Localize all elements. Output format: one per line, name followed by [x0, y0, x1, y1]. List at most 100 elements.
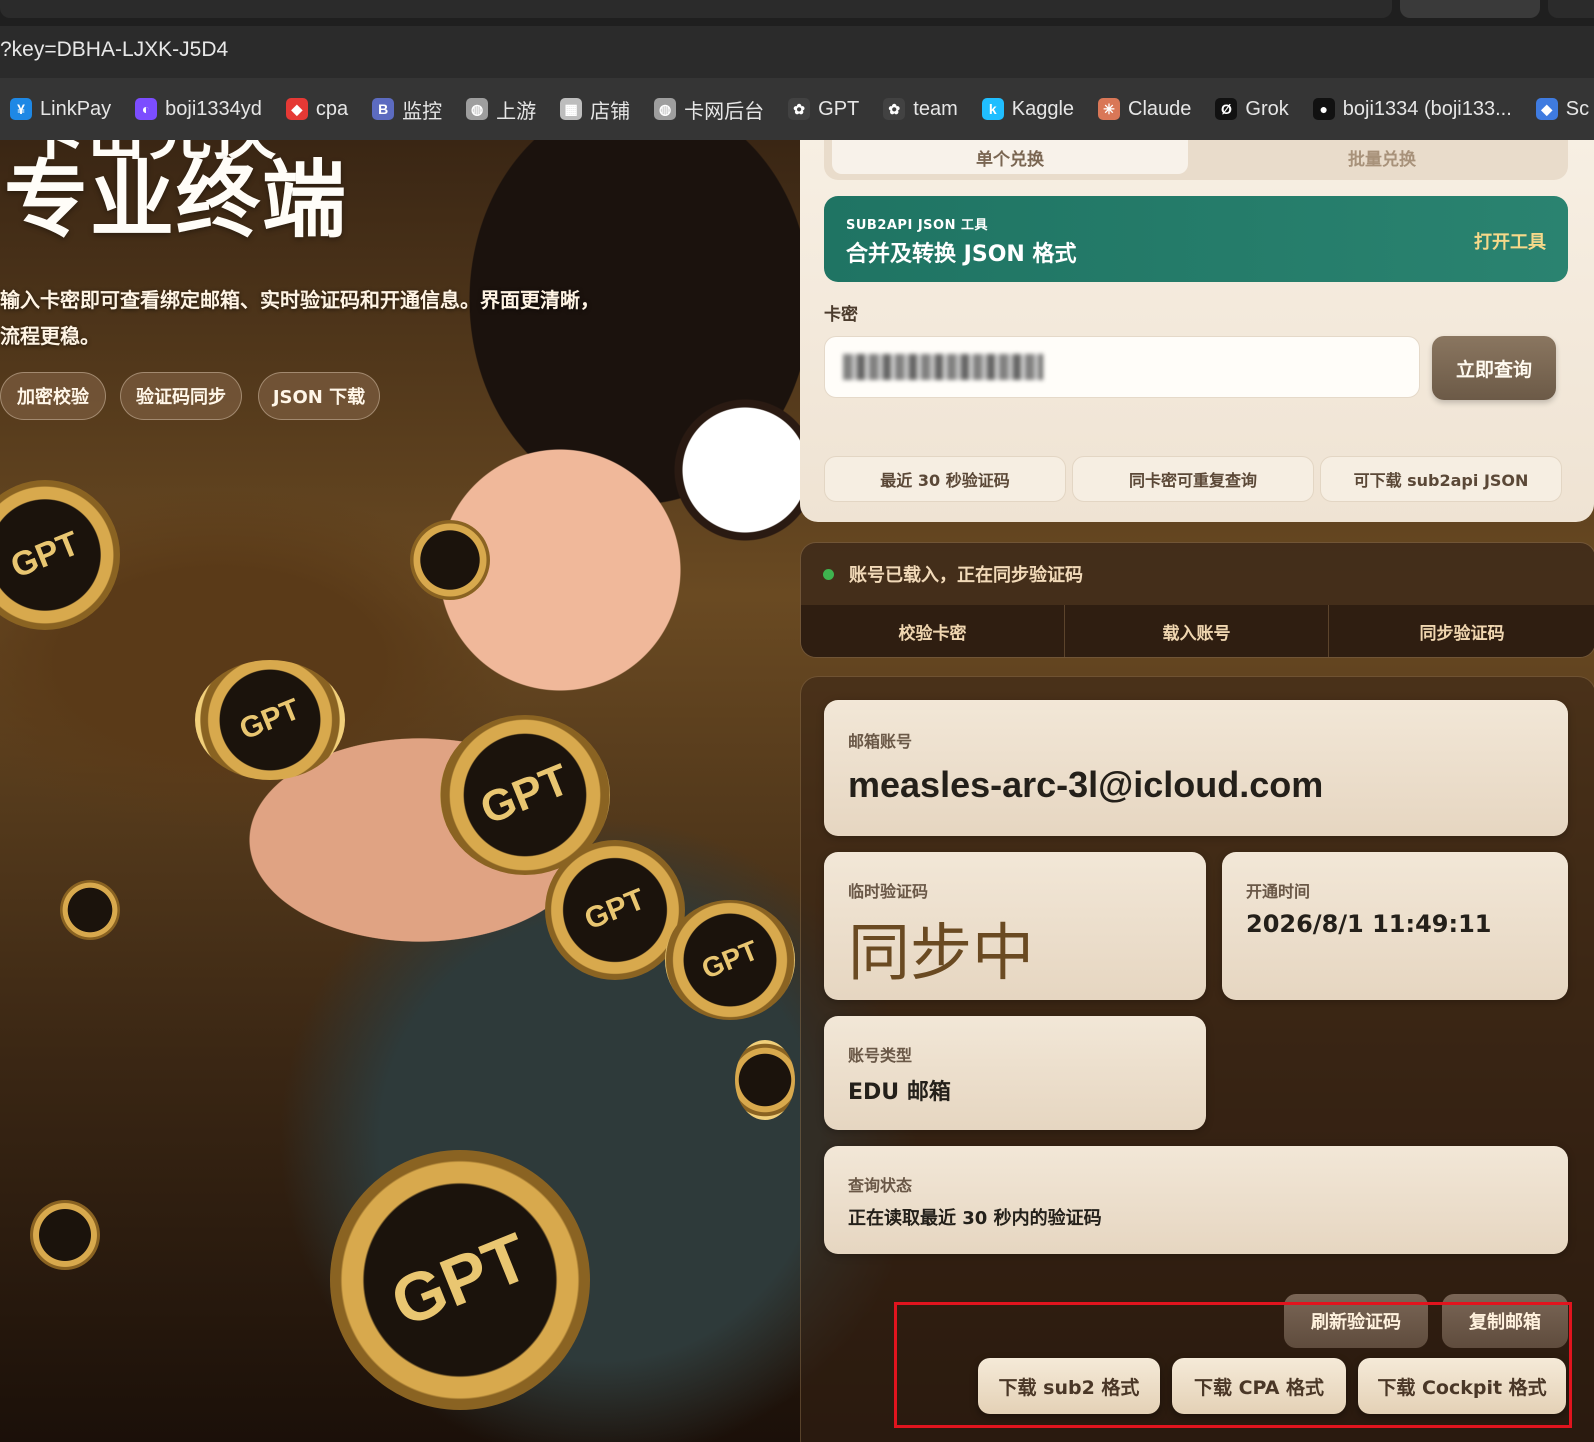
hero-description: 输入卡密即可查看绑定邮箱、实时验证码和开通信息。界面更清晰，流程更稳。	[0, 288, 600, 348]
linkpay-icon: ¥	[10, 98, 32, 120]
status-panel: 账号已载入，正在同步验证码 校验卡密 载入账号 同步验证码	[800, 542, 1594, 658]
b-logo-icon: B	[372, 98, 395, 120]
feature-json-download: 可下载 sub2api JSON	[1320, 456, 1562, 502]
bookmark-item[interactable]: ✿ GPT	[788, 98, 859, 121]
globe-icon: ◍	[466, 98, 489, 120]
redacted-key-value	[843, 354, 1043, 380]
bookmark-label: boji1334 (boji133...	[1342, 97, 1512, 120]
crescent-icon: ◐	[135, 98, 158, 120]
diamond-icon: ◆	[1535, 98, 1558, 120]
card-key-input[interactable]	[824, 336, 1420, 398]
colorful-bird-icon: ◆	[285, 98, 308, 120]
bookmark-item[interactable]: ◍ 上游	[466, 95, 536, 124]
openai-icon: ✿	[788, 98, 811, 120]
tool-eyebrow: SUB2API JSON 工具	[846, 218, 988, 233]
gpt-coin-image: GPT	[0, 480, 120, 630]
bookmark-label: Kaggle	[1011, 97, 1075, 120]
bookmark-item[interactable]: ▦ 店铺	[560, 95, 630, 124]
bookmark-label: Claude	[1128, 97, 1192, 120]
opened-time-label: 开通时间	[1246, 882, 1311, 901]
address-url[interactable]: ?key=DBHA-LJXK-J5D4	[0, 38, 228, 62]
openai-icon: ✿	[883, 98, 906, 120]
code-card: 临时验证码 同步中	[824, 852, 1206, 1000]
bookmark-label: 卡网后台	[684, 100, 765, 123]
globe-icon: ◍	[654, 98, 677, 120]
feature-repeat-query: 同卡密可重复查询	[1072, 456, 1314, 502]
address-bar[interactable]: ?key=DBHA-LJXK-J5D4	[0, 26, 1594, 78]
bookmark-item[interactable]: Ø Grok	[1215, 97, 1289, 121]
chip-json-download: JSON 下载	[258, 372, 380, 420]
bookmark-item[interactable]: ✳ Claude	[1098, 98, 1191, 121]
bookmark-label: 监控	[402, 100, 443, 123]
shop-icon: ▦	[560, 98, 583, 120]
bookmark-label: 上游	[496, 100, 537, 123]
tab-batch-redeem[interactable]: 批量兑换	[1204, 140, 1560, 174]
bookmark-item[interactable]: ● boji1334 (boji133...	[1312, 97, 1512, 121]
bookmark-label: Sc	[1565, 97, 1590, 120]
mode-tabs: 单个兑换 批量兑换	[824, 140, 1568, 180]
query-status-label: 查询状态	[848, 1176, 913, 1195]
gpt-coin-image	[410, 520, 490, 600]
gpt-coin-image	[30, 1200, 100, 1270]
bookmarks-bar: ¥ LinkPay ◐ boji1334yd ◆ cpa B 监控 ◍ 上游 ▦ 店铺 ◍ 卡网后台 ✿ GP…	[0, 78, 1594, 140]
gpt-coin-image: GPT	[195, 660, 345, 780]
bookmark-item[interactable]: ◍ 卡网后台	[654, 95, 764, 124]
tab-single-redeem[interactable]: 单个兑换	[832, 140, 1188, 174]
download-sub2-button[interactable]: 下载 sub2 格式	[978, 1358, 1160, 1414]
download-cpa-button[interactable]: 下载 CPA 格式	[1172, 1358, 1346, 1414]
redeem-page: GPT GPT GPT GPT GPT GPT 卡密兑换 专业终端 输入卡密即可…	[0, 140, 1594, 1442]
bookmark-label: Grok	[1245, 97, 1289, 120]
bookmark-label: team	[913, 97, 958, 120]
code-value: 同步中	[848, 916, 1035, 989]
redeem-card: 单个兑换 批量兑换 SUB2API JSON 工具 合并及转换 JSON 格式 …	[800, 140, 1594, 522]
card-key-label: 卡密	[824, 305, 858, 325]
open-tool-link[interactable]: 打开工具	[1474, 228, 1546, 254]
bookmark-label: LinkPay	[40, 97, 112, 120]
bookmark-item[interactable]: ¥ LinkPay	[10, 98, 111, 121]
bookmark-item[interactable]: ◐ boji1334yd	[135, 98, 262, 121]
gpt-coin-image	[60, 880, 120, 940]
hero-title: 专业终端	[4, 151, 349, 249]
query-status-card: 查询状态 正在读取最近 30 秒内的验证码	[824, 1146, 1568, 1254]
browser-tab[interactable]	[1400, 0, 1540, 18]
feature-recent-code: 最近 30 秒验证码	[824, 456, 1066, 502]
bookmark-label: cpa	[315, 97, 349, 120]
step-load-account: 载入账号	[1065, 605, 1329, 657]
account-type-label: 账号类型	[848, 1046, 913, 1065]
gpt-coin-image: GPT	[665, 900, 795, 1020]
bookmark-label: GPT	[818, 97, 860, 120]
browser-tab-strip	[0, 0, 1594, 26]
json-tool-banner[interactable]: SUB2API JSON 工具 合并及转换 JSON 格式 打开工具	[824, 196, 1568, 282]
gpt-coin-image: GPT	[330, 1150, 590, 1410]
query-button[interactable]: 立即查询	[1432, 336, 1556, 400]
download-cockpit-button[interactable]: 下载 Cockpit 格式	[1358, 1358, 1566, 1414]
bookmark-label: boji1334yd	[165, 97, 262, 120]
query-status-value: 正在读取最近 30 秒内的验证码	[848, 1208, 1102, 1229]
bookmark-item[interactable]: ✿ team	[883, 97, 958, 121]
gpt-coin-image	[735, 1040, 795, 1120]
bookmark-item[interactable]: ◆ Sc	[1535, 97, 1590, 121]
opened-time-card: 开通时间 2026/8/1 11:49:11	[1222, 852, 1568, 1000]
bookmark-item[interactable]: k Kaggle	[981, 97, 1075, 121]
status-indicator-dot	[823, 569, 834, 580]
email-label: 邮箱账号	[848, 732, 913, 751]
account-type-value: EDU 邮箱	[848, 1080, 951, 1105]
bookmark-item[interactable]: B 监控	[372, 95, 442, 124]
grok-icon: Ø	[1215, 98, 1238, 120]
email-card: 邮箱账号 measles-arc-3l@icloud.com	[824, 700, 1568, 836]
email-value[interactable]: measles-arc-3l@icloud.com	[848, 764, 1323, 806]
chip-code-sync: 验证码同步	[120, 372, 242, 420]
opened-time-value: 2026/8/1 11:49:11	[1246, 910, 1492, 938]
status-message: 账号已载入，正在同步验证码	[849, 565, 1083, 586]
tool-title: 合并及转换 JSON 格式	[846, 242, 1077, 267]
claude-icon: ✳	[1098, 98, 1121, 120]
kaggle-icon: k	[981, 98, 1004, 120]
refresh-code-button[interactable]: 刷新验证码	[1284, 1294, 1428, 1348]
step-verify-key: 校验卡密	[801, 605, 1065, 657]
copy-email-button[interactable]: 复制邮箱	[1442, 1294, 1568, 1348]
bookmark-item[interactable]: ◆ cpa	[285, 97, 349, 121]
account-type-card: 账号类型 EDU 邮箱	[824, 1016, 1206, 1130]
chip-encryption: 加密校验	[0, 372, 106, 420]
browser-tab[interactable]	[1548, 0, 1594, 18]
browser-tab-active[interactable]	[0, 0, 1392, 18]
